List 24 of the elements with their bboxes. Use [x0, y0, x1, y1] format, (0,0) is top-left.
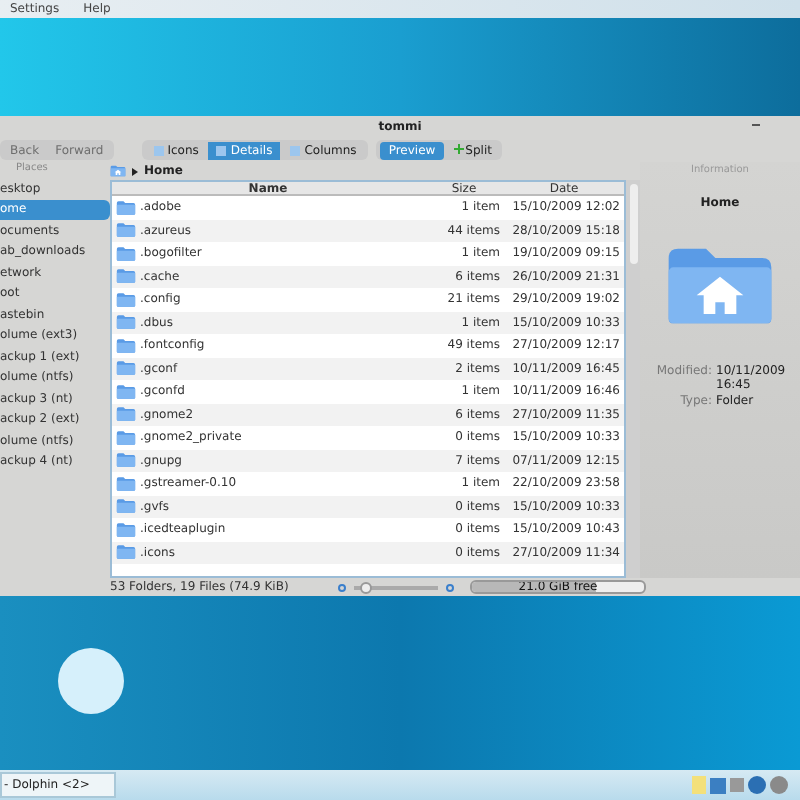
slider-handle[interactable]: [359, 581, 372, 593]
folder-icon: [116, 360, 136, 377]
folder-icon: [116, 498, 136, 515]
folder-icon: [116, 245, 136, 262]
zoom-out-icon[interactable]: [338, 583, 346, 591]
folder-icon: [116, 452, 136, 469]
folder-icon: [116, 406, 136, 423]
plus-icon: [453, 144, 464, 155]
scrollbar[interactable]: [626, 180, 640, 578]
folder-icon: [116, 199, 136, 216]
folder-icon: [116, 475, 136, 492]
folder-icon: [116, 291, 136, 308]
folder-icon: [116, 337, 136, 354]
folder-icon: [116, 268, 136, 285]
home-folder-icon: [110, 164, 126, 178]
folder-icon: [116, 314, 136, 331]
folder-icon: [116, 429, 136, 446]
light-bubble-drawing: [58, 648, 124, 714]
zoom-in-icon[interactable]: [446, 583, 454, 591]
folder-icon: [116, 222, 136, 239]
home-folder-icon: [664, 243, 776, 327]
folder-icon: [116, 521, 136, 538]
folder-icon: [116, 544, 136, 561]
folder-icon: [116, 383, 136, 400]
